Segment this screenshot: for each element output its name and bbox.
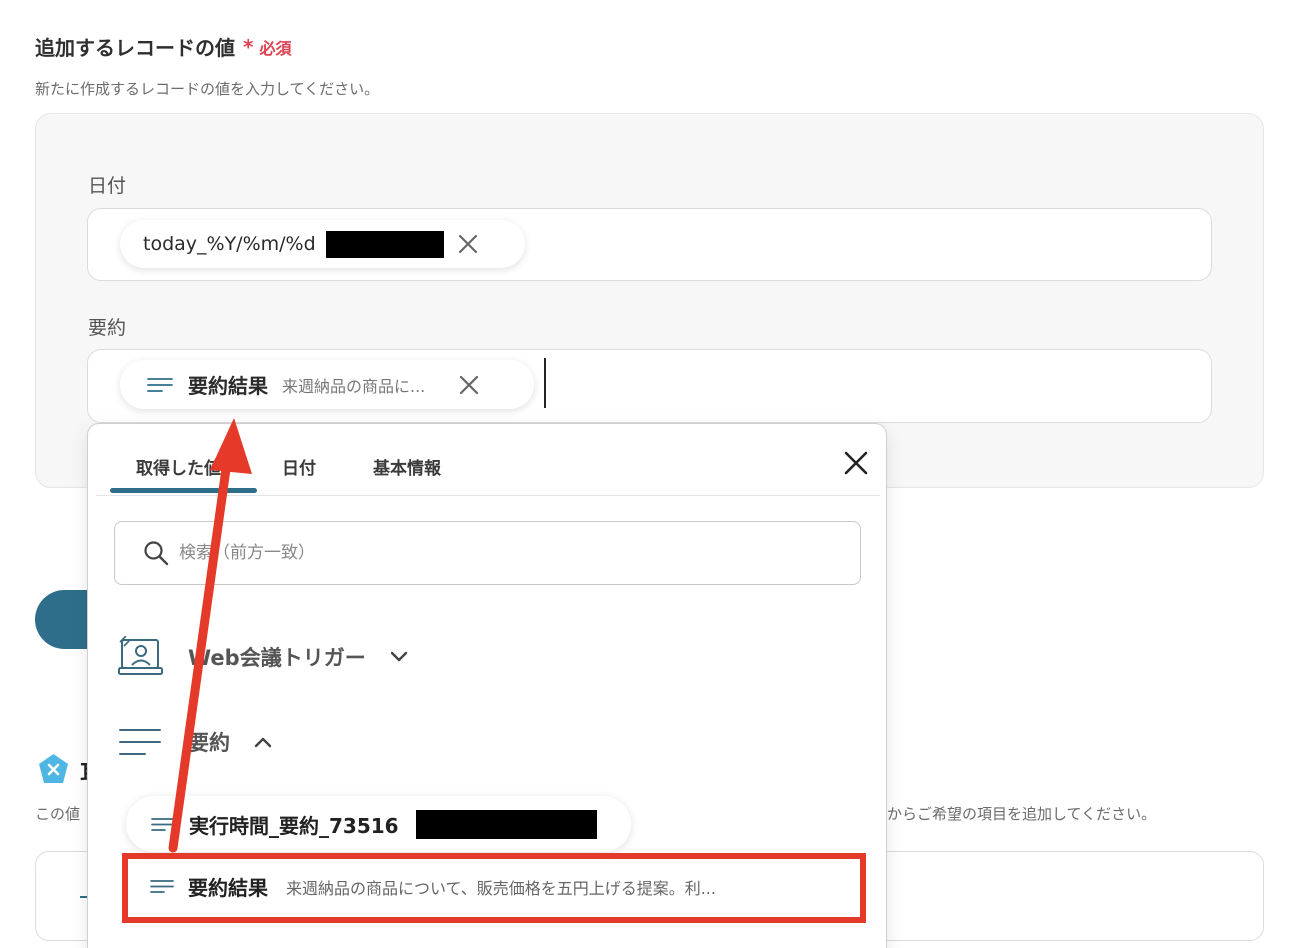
- item-title: 実行時間_要約_73516: [189, 813, 399, 838]
- group-label: 要約: [188, 731, 230, 755]
- text-lines-icon: [147, 377, 173, 392]
- tab-basic-info[interactable]: 基本情報: [373, 454, 441, 479]
- close-icon[interactable]: [459, 375, 479, 395]
- app-logo-icon: [39, 754, 68, 783]
- date-field-label: 日付: [88, 175, 127, 197]
- redacted-block: [325, 230, 444, 258]
- required-star: *: [243, 34, 254, 59]
- text-cursor: [544, 358, 546, 408]
- active-tab-indicator: [110, 488, 257, 493]
- close-icon[interactable]: [458, 234, 478, 254]
- date-variable-chip[interactable]: today_%Y/%m/%d: [120, 220, 525, 268]
- tab-bar: 取得した値 日付 基本情報: [96, 424, 880, 496]
- list-item-execution-time[interactable]: 実行時間_要約_73516: [126, 796, 631, 852]
- group-summary[interactable]: 要約: [119, 727, 272, 757]
- date-chip-text: today_%Y/%m/%d: [143, 233, 316, 255]
- background-description-left: この値: [35, 805, 81, 823]
- redacted-block: [415, 809, 597, 839]
- search-field[interactable]: [114, 521, 861, 585]
- web-meeting-icon: [118, 636, 163, 675]
- required-label: 必須: [259, 38, 292, 58]
- section-description: 新たに作成するレコードの値を入力してください。: [35, 80, 380, 98]
- summary-field-label: 要約: [88, 317, 127, 339]
- close-icon[interactable]: [841, 448, 871, 478]
- group-label: Web会議トリガー: [188, 646, 366, 670]
- tab-date[interactable]: 日付: [282, 454, 316, 479]
- text-lines-icon: [151, 817, 175, 831]
- text-lines-icon: [119, 729, 161, 755]
- section-title-text: 追加するレコードの値: [35, 36, 235, 60]
- chevron-down-icon: [390, 651, 407, 662]
- annotation-highlight-box: [122, 853, 866, 923]
- chevron-up-icon: [254, 737, 272, 748]
- summary-chip-preview: 来週納品の商品に...: [282, 376, 426, 396]
- search-icon: [144, 541, 169, 566]
- tab-acquired-values[interactable]: 取得した値: [136, 454, 221, 479]
- background-description-right: からご希望の項目を追加してください。: [887, 805, 1157, 823]
- search-input[interactable]: [179, 543, 819, 563]
- summary-variable-chip[interactable]: 要約結果 来週納品の商品に...: [120, 360, 534, 409]
- section-title: 追加するレコードの値 * 必須: [35, 32, 291, 61]
- group-web-meeting-trigger[interactable]: Web会議トリガー: [118, 636, 408, 678]
- summary-chip-title: 要約結果: [188, 374, 268, 398]
